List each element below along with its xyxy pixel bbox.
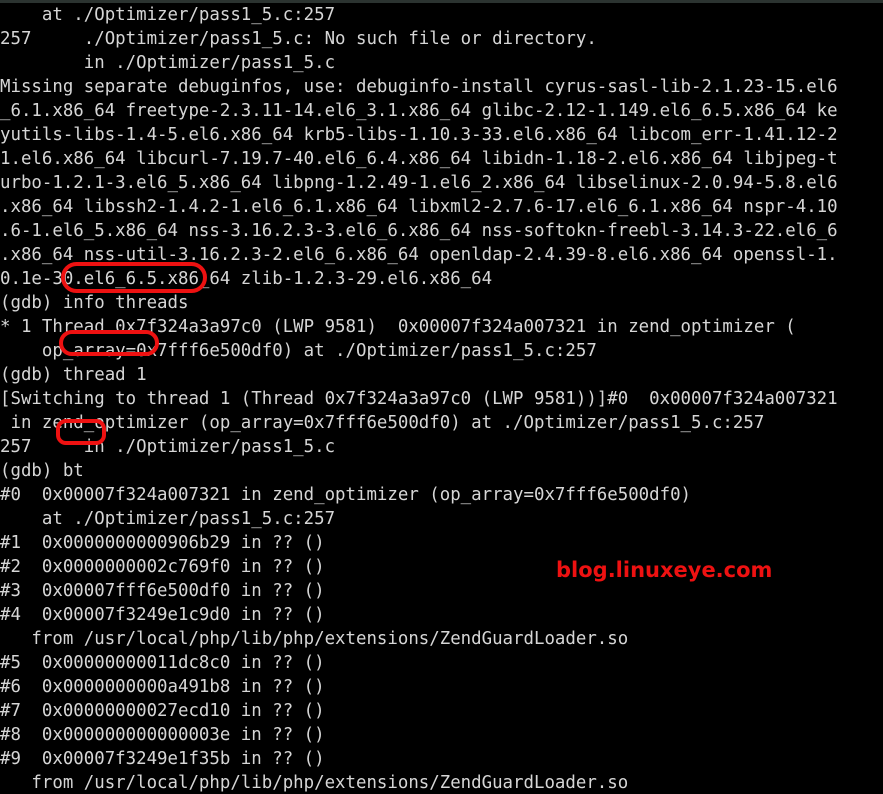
terminal-line: _6.1.x86_64 freetype-2.3.11-14.el6_3.1.x… [0,101,838,121]
terminal-line: yutils-libs-1.4-5.el6.x86_64 krb5-libs-1… [0,125,838,145]
terminal-line: 257 ./Optimizer/pass1_5.c: No such file … [0,29,597,49]
terminal-window[interactable]: at ./Optimizer/pass1_5.c:257 257 ./Optimi… [0,0,883,794]
terminal-line: .6-1.el6_5.x86_64 nss-3.16.2.3-3.el6_6.x… [0,221,838,241]
terminal-line: urbo-1.2.1-3.el6_5.x86_64 libpng-1.2.49-… [0,173,838,193]
terminal-line: in zend_optimizer (op_array=0x7fff6e500d… [0,413,765,433]
terminal-line: (gdb) thread 1 [0,365,147,385]
terminal-line: #7 0x00000000027ecd10 in ?? () [0,701,325,721]
terminal-line: #1 0x0000000000906b29 in ?? () [0,533,325,553]
terminal-line: 1.el6.x86_64 libcurl-7.19.7-40.el6_6.4.x… [0,149,838,169]
terminal-line: #4 0x00007f3249e1c9d0 in ?? () [0,605,325,625]
terminal-line: 0.1e-30.el6_6.5.x86_64 zlib-1.2.3-29.el6… [0,269,493,289]
terminal-line: in ./Optimizer/pass1_5.c [0,53,336,73]
terminal-line: * 1 Thread 0x7f324a3a97c0 (LWP 9581) 0x0… [0,317,796,337]
terminal-line: #9 0x00007f3249e1f35b in ?? () [0,749,325,769]
terminal-line: from /usr/local/php/lib/php/extensions/Z… [0,629,629,649]
terminal-line: Missing separate debuginfos, use: debugi… [0,77,838,97]
terminal-output: at ./Optimizer/pass1_5.c:257 257 ./Optimi… [0,3,883,794]
terminal-line: (gdb) bt [0,461,84,481]
terminal-line: from /usr/local/php/lib/php/extensions/Z… [0,773,629,793]
terminal-line: op_array=0x7fff6e500df0) at ./Optimizer/… [0,341,597,361]
terminal-line: #0 0x00007f324a007321 in zend_optimizer … [0,485,692,505]
terminal-line: .x86_64 nss-util-3.16.2.3-2.el6_6.x86_64… [0,245,838,265]
terminal-line: [Switching to thread 1 (Thread 0x7f324a3… [0,389,838,409]
terminal-line: (gdb) info threads [0,293,189,313]
terminal-line: #3 0x00007fff6e500df0 in ?? () [0,581,325,601]
terminal-line: #6 0x0000000000a491b8 in ?? () [0,677,325,697]
terminal-line: #5 0x00000000011dc8c0 in ?? () [0,653,325,673]
terminal-line: at ./Optimizer/pass1_5.c:257 [0,5,336,25]
terminal-line: at ./Optimizer/pass1_5.c:257 [0,509,336,529]
terminal-line: 257 in ./Optimizer/pass1_5.c [0,437,336,457]
terminal-line: .x86_64 libssh2-1.4.2-1.el6_6.1.x86_64 l… [0,197,838,217]
watermark-text: blog.linuxeye.com [556,558,773,582]
terminal-line: #8 0x000000000000003e in ?? () [0,725,325,745]
